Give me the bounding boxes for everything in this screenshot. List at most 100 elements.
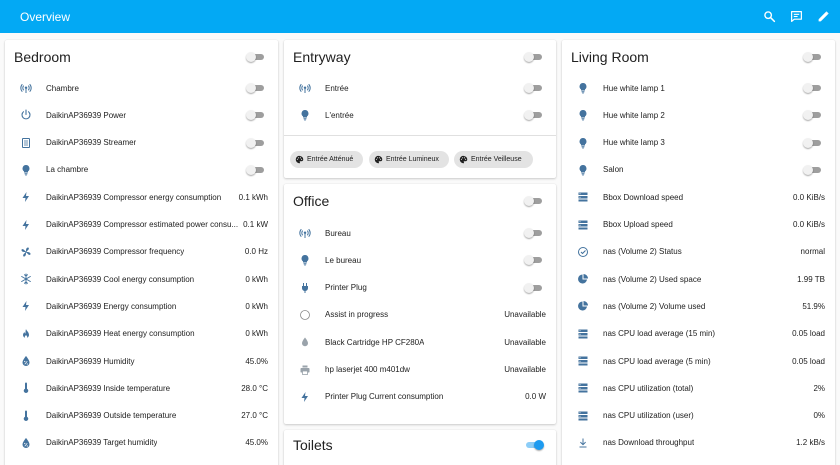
entity-name: DaikinAP36939 Outside temperature (46, 411, 177, 421)
entity-row-toggle[interactable]: L'entrée (284, 107, 556, 123)
entity-toggle[interactable] (246, 83, 266, 93)
entity-row-sensor[interactable]: nas (Volume 2) Status normal (562, 244, 835, 260)
bulb-icon (576, 81, 590, 95)
entity-row-sensor[interactable]: DaikinAP36939 Inside temperature 28.0 °C (5, 380, 278, 396)
entity-row-sensor[interactable]: nas (Volume 2) Used space 1.99 TB (562, 271, 835, 287)
entity-state: 28.0 °C (241, 383, 268, 393)
entity-state: 0.0 Hz (244, 247, 268, 257)
entity-name: DaikinAP36939 Power (46, 110, 127, 120)
entity-state: 45.0% (245, 438, 268, 448)
card-header-toggle[interactable] (524, 440, 544, 450)
server-icon (576, 218, 590, 232)
entity-row-toggle[interactable]: Hue white lamp 2 (562, 107, 835, 123)
palette-icon (374, 155, 383, 164)
entity-toggle[interactable] (803, 137, 823, 148)
entity-toggle[interactable] (524, 83, 544, 93)
scene-button[interactable]: Entrée Lumineux (369, 151, 449, 168)
entity-state: 51.9% (802, 301, 825, 311)
living-room-card: Living Room Hue white lamp 1 Hue white la… (562, 40, 835, 465)
entity-state: 0.1 kW (243, 220, 268, 229)
card-title: Living Room (571, 49, 649, 65)
entity-row-toggle[interactable]: DaikinAP36939 Power (5, 107, 278, 123)
card-title: Toilets (293, 437, 333, 453)
server-icon (576, 190, 590, 204)
entity-row-toggle[interactable]: Chambre (5, 80, 278, 96)
card-title: Entryway (293, 49, 351, 65)
entity-toggle[interactable] (803, 83, 823, 93)
entity-state: 0% (813, 411, 825, 421)
entity-row-toggle[interactable]: Le bureau (284, 252, 556, 268)
entity-row-sensor[interactable]: Assist in progress Unavailable (284, 307, 556, 323)
entity-row-toggle[interactable]: Printer Plug (284, 280, 556, 296)
entity-row-sensor[interactable]: DaikinAP36939 Compressor estimated power… (5, 217, 278, 233)
entity-toggle[interactable] (524, 228, 544, 238)
flash-icon (19, 218, 33, 232)
entity-row-sensor[interactable]: DaikinAP36939 Target humidity 45.0% (5, 435, 278, 451)
server-icon (576, 381, 590, 395)
scene-button[interactable]: Entrée Veilleuse (454, 151, 533, 168)
entity-row-toggle[interactable]: La chambre (5, 162, 278, 178)
snowflake-icon (19, 272, 33, 286)
entity-row-sensor[interactable]: nas (Volume 2) Volume used 51.9% (562, 298, 835, 314)
entity-toggle[interactable] (803, 164, 823, 175)
entity-toggle[interactable] (246, 137, 266, 148)
entity-name: DaikinAP36939 Inside temperature (46, 383, 171, 393)
entity-name: L'entrée (325, 110, 354, 120)
flash-icon (19, 190, 33, 204)
page-title: Overview (20, 9, 71, 24)
entity-row-sensor[interactable]: nas CPU utilization (user) 0% (562, 408, 835, 424)
entity-row-sensor[interactable]: Printer Plug Current consumption 0.0 W (284, 389, 556, 405)
entity-row-toggle[interactable]: Bureau (284, 225, 556, 241)
entity-name: Bbox Upload speed (603, 220, 673, 229)
entity-row-toggle[interactable]: Hue white lamp 3 (562, 135, 835, 151)
entity-row-sensor[interactable]: DaikinAP36939 Energy consumption 0 kWh (5, 298, 278, 314)
entity-toggle[interactable] (524, 255, 544, 266)
entity-toggle[interactable] (246, 164, 266, 175)
card-title: Office (293, 193, 330, 209)
chat-icon[interactable] (789, 10, 803, 24)
entity-row-sensor[interactable]: nas CPU load average (15 min) 0.05 load (562, 326, 835, 342)
entity-name: Chambre (46, 83, 79, 93)
card-header: Entryway (284, 40, 556, 74)
card-header: Toilets (284, 430, 556, 464)
search-icon[interactable] (762, 10, 776, 24)
entity-toggle[interactable] (524, 282, 544, 293)
entity-toggle[interactable] (246, 110, 266, 121)
entity-row-sensor[interactable]: hp laserjet 400 m401dw Unavailable (284, 362, 556, 378)
entity-row-sensor[interactable]: DaikinAP36939 Compressor energy consumpt… (5, 189, 278, 205)
entity-row-toggle[interactable]: DaikinAP36939 Streamer (5, 135, 278, 151)
entity-row-toggle[interactable]: Entrée (284, 80, 556, 96)
fire-icon (19, 327, 33, 341)
entity-row-toggle[interactable]: Hue white lamp 1 (562, 80, 835, 96)
card-header-toggle[interactable] (524, 52, 544, 62)
entity-state: 0.05 load (792, 329, 825, 339)
entity-row-sensor[interactable]: DaikinAP36939 Heat energy consumption 0 k… (5, 326, 278, 342)
entity-state: 27.0 °C (241, 411, 268, 421)
entity-row-sensor[interactable]: DaikinAP36939 Cool energy consumption 0 k… (5, 271, 278, 287)
entity-name: Bbox Download speed (603, 192, 684, 202)
entity-name: La chambre (46, 165, 89, 175)
circle-outline-icon (298, 308, 312, 322)
entity-row-sensor[interactable]: nas Download throughput 1.2 kB/s (562, 435, 835, 451)
entity-row-sensor[interactable]: DaikinAP36939 Compressor frequency 0.0 Hz (5, 244, 278, 260)
entity-row-toggle[interactable]: Salon (562, 162, 835, 178)
entity-row-sensor[interactable]: Bbox Download speed 0.0 KiB/s (562, 189, 835, 205)
card-header-toggle[interactable] (803, 52, 823, 62)
thermometer-icon (19, 381, 33, 395)
entity-name: Hue white lamp 2 (603, 110, 665, 120)
entity-row-sensor[interactable]: DaikinAP36939 Humidity 45.0% (5, 353, 278, 369)
bulb-icon (298, 253, 312, 267)
card-header-toggle[interactable] (524, 196, 544, 206)
entity-row-sensor[interactable]: Black Cartridge HP CF280A Unavailable (284, 334, 556, 350)
entity-toggle[interactable] (524, 110, 544, 121)
check-circle-icon (576, 245, 590, 259)
pencil-icon[interactable] (816, 10, 830, 24)
entity-row-sensor[interactable]: DaikinAP36939 Outside temperature 27.0 °C (5, 408, 278, 424)
entity-state: Unavailable (504, 310, 546, 320)
card-header-toggle[interactable] (246, 52, 266, 62)
entity-toggle[interactable] (803, 110, 823, 121)
scene-button[interactable]: Entrée Atténué (290, 151, 363, 168)
entity-row-sensor[interactable]: Bbox Upload speed 0.0 KiB/s (562, 217, 835, 233)
entity-row-sensor[interactable]: nas CPU utilization (total) 2% (562, 380, 835, 396)
entity-row-sensor[interactable]: nas CPU load average (5 min) 0.05 load (562, 353, 835, 369)
